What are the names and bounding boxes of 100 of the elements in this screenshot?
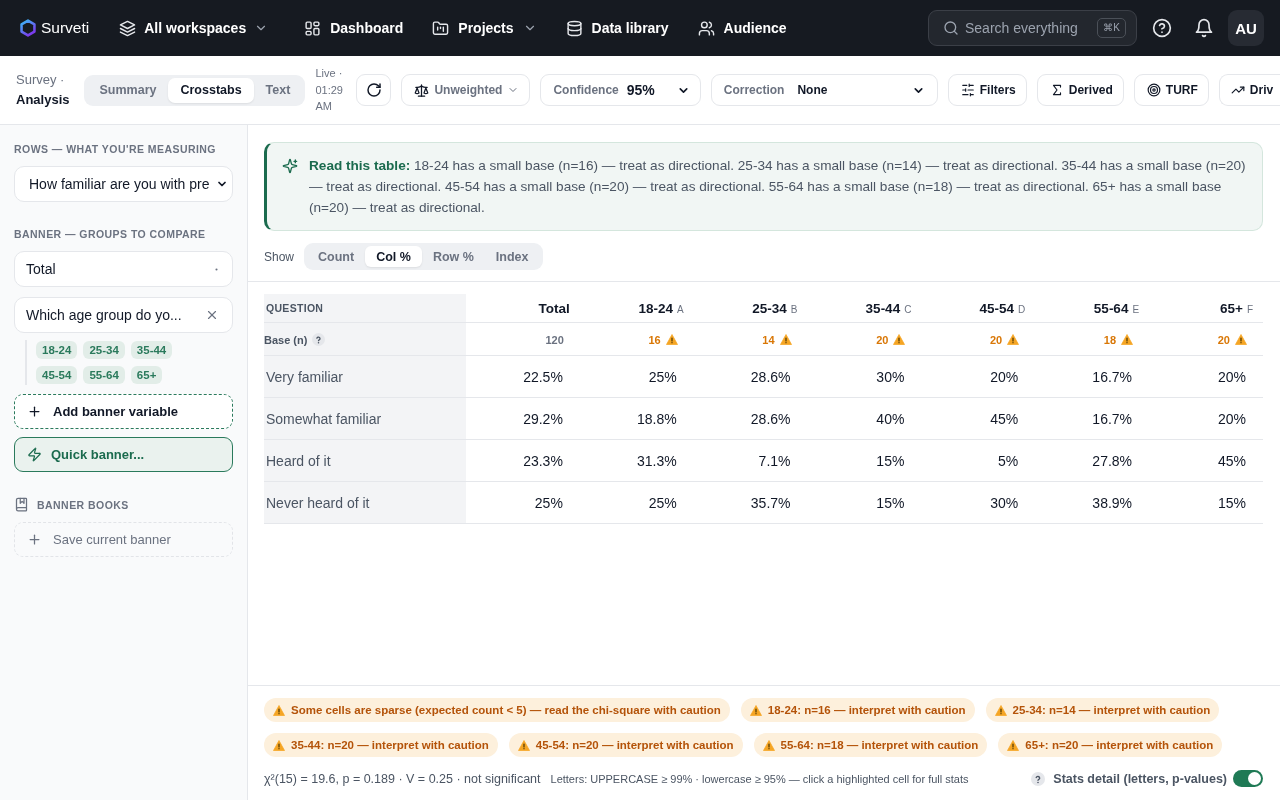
refresh-button[interactable] bbox=[356, 74, 392, 106]
table-cell[interactable]: 5% bbox=[921, 439, 1036, 482]
table-cell[interactable]: 7.1% bbox=[693, 439, 808, 482]
table-cell[interactable]: 16.7% bbox=[1035, 397, 1150, 440]
workspace-switcher[interactable]: All workspaces bbox=[119, 19, 269, 37]
table-cell[interactable]: 38.9% bbox=[1035, 481, 1150, 524]
banner-variable[interactable]: Total bbox=[14, 251, 233, 287]
row-label: Never heard of it bbox=[264, 481, 466, 524]
category-tag: 35-44 bbox=[130, 341, 173, 359]
user-avatar[interactable]: AU bbox=[1228, 10, 1264, 46]
nav-link[interactable]: Projects bbox=[432, 19, 537, 37]
help-button[interactable] bbox=[1152, 18, 1172, 38]
table-cell[interactable]: 16.7% bbox=[1035, 355, 1150, 398]
warning-text: 55-64: n=18 — interpret with caution bbox=[780, 739, 979, 751]
warning-text: 65+: n=20 — interpret with caution bbox=[1025, 739, 1214, 751]
confidence-dropdown[interactable]: Confidence 95% bbox=[540, 74, 701, 106]
column-letter: B bbox=[790, 304, 798, 315]
quick-banner-button[interactable]: Quick banner... bbox=[14, 437, 233, 472]
table-cell[interactable]: 22.5% bbox=[466, 355, 580, 398]
display-mode-tab[interactable]: Col % bbox=[365, 246, 422, 267]
warning-icon bbox=[994, 704, 1007, 716]
table-cell[interactable]: 31.3% bbox=[579, 439, 694, 482]
warning-text: Some cells are sparse (expected count < 5) — read the chi-square with caution bbox=[291, 704, 721, 716]
column-label: 35-44 bbox=[865, 301, 901, 316]
refresh-icon bbox=[365, 82, 382, 98]
row-label: Somewhat familiar bbox=[264, 397, 466, 440]
nav-link[interactable]: Data library bbox=[565, 19, 669, 37]
toolbar-button[interactable]: Driv bbox=[1218, 74, 1280, 106]
row-label: Very familiar bbox=[264, 355, 466, 398]
table-cell[interactable]: 15% bbox=[1149, 481, 1263, 524]
base-count: 18 bbox=[1103, 333, 1117, 346]
column-label: 25-34 bbox=[752, 301, 787, 316]
stats-detail-label: Stats detail (letters, p-values) bbox=[1053, 771, 1227, 786]
table-cell[interactable]: 20% bbox=[1149, 355, 1263, 398]
view-tab[interactable]: Summary bbox=[87, 77, 169, 103]
dot-icon bbox=[215, 267, 218, 271]
nav-link[interactable]: Dashboard bbox=[304, 19, 404, 37]
base-count: 20 bbox=[989, 333, 1003, 346]
save-banner-button[interactable]: Save current banner bbox=[14, 522, 233, 557]
nav-link[interactable]: Audience bbox=[697, 19, 787, 37]
toolbar-button[interactable]: Filters bbox=[947, 74, 1027, 106]
table-cell[interactable]: 25% bbox=[579, 481, 694, 524]
column-letter: A bbox=[677, 304, 684, 315]
layers-icon bbox=[119, 19, 137, 37]
table-cell[interactable]: 15% bbox=[807, 481, 922, 524]
table-cell[interactable]: 15% bbox=[807, 439, 922, 482]
section-heading: BANNER — GROUPS TO COMPARE bbox=[14, 227, 207, 241]
logo-icon bbox=[19, 18, 37, 38]
question-select[interactable]: How familiar are you with pre bbox=[14, 166, 233, 202]
table-cell[interactable]: 20% bbox=[921, 355, 1036, 398]
weighting-dropdown[interactable]: Unweighted bbox=[401, 74, 531, 106]
table-cell[interactable]: 20% bbox=[1149, 397, 1263, 440]
table-cell[interactable]: 30% bbox=[921, 481, 1036, 524]
display-mode-tab[interactable]: Count bbox=[307, 246, 366, 267]
table-cell[interactable]: 28.6% bbox=[693, 397, 808, 440]
add-banner-button[interactable]: Add banner variable bbox=[14, 394, 233, 429]
table-cell[interactable]: 18.8% bbox=[579, 397, 694, 440]
table-cell[interactable]: 35.7% bbox=[693, 481, 808, 524]
view-tab[interactable]: Crosstabs bbox=[168, 77, 254, 103]
table-cell[interactable]: 27.8% bbox=[1035, 439, 1150, 482]
correction-select[interactable]: Correction None bbox=[710, 74, 938, 106]
base-count: 20 bbox=[876, 333, 889, 346]
callout-text: Read this table: 18-24 has a small base (n=16) — treat as directional. 25-34 has a small base (n=14) — treat as directional. 35-44 has a small base (n=20) — treat as directional. 45-54 has a small base (n=20) — treat as directional. 55-64 has a small base (n=18) — treat as directional. 65+ has a small base (n=20) — treat as directional. bbox=[309, 157, 1246, 217]
column-letter: F bbox=[1246, 304, 1253, 315]
table-cell[interactable]: 30% bbox=[807, 355, 922, 398]
toolbar-button[interactable]: TURF bbox=[1133, 74, 1209, 106]
grid-icon bbox=[304, 19, 322, 37]
live-status: Live · 01:29 AM bbox=[315, 66, 344, 115]
notifications-button[interactable] bbox=[1194, 18, 1214, 38]
category-tag: 18-24 bbox=[36, 341, 78, 359]
table-cell[interactable]: 29.2% bbox=[466, 397, 580, 440]
toolbar-button[interactable]: Derived bbox=[1036, 74, 1124, 106]
target-icon bbox=[1146, 83, 1161, 97]
table-cell[interactable]: 23.3% bbox=[466, 439, 580, 482]
users-icon bbox=[697, 19, 715, 37]
table-cell[interactable]: 25% bbox=[466, 481, 580, 524]
base-count: 120 bbox=[545, 333, 564, 346]
table-cell[interactable]: 45% bbox=[1149, 439, 1263, 482]
close-icon[interactable] bbox=[205, 308, 219, 322]
column-label: 18-24 bbox=[638, 301, 673, 316]
help-icon[interactable] bbox=[312, 333, 326, 347]
banner-variable[interactable]: Which age group do yo... bbox=[14, 297, 233, 333]
view-tab[interactable]: Text bbox=[253, 77, 303, 103]
variable-name: Which age group do yo... bbox=[26, 307, 182, 323]
warning-icon bbox=[665, 334, 678, 346]
display-mode-tab[interactable]: Index bbox=[484, 246, 540, 267]
warning-icon bbox=[517, 739, 530, 751]
help-icon[interactable] bbox=[1031, 771, 1046, 786]
warning-icon bbox=[1007, 739, 1020, 751]
warning-icon bbox=[1007, 334, 1020, 346]
table-cell[interactable]: 45% bbox=[921, 397, 1036, 440]
folder-icon bbox=[432, 19, 450, 37]
display-mode-tab[interactable]: Row % bbox=[421, 246, 485, 267]
table-cell[interactable]: 28.6% bbox=[693, 355, 808, 398]
stats-toggle[interactable] bbox=[1233, 770, 1263, 787]
table-cell[interactable]: 40% bbox=[807, 397, 922, 440]
lightning-icon bbox=[27, 447, 42, 462]
table-cell[interactable]: 25% bbox=[579, 355, 694, 398]
breadcrumb: Survey · bbox=[16, 71, 66, 89]
sparkle-icon bbox=[282, 158, 298, 174]
